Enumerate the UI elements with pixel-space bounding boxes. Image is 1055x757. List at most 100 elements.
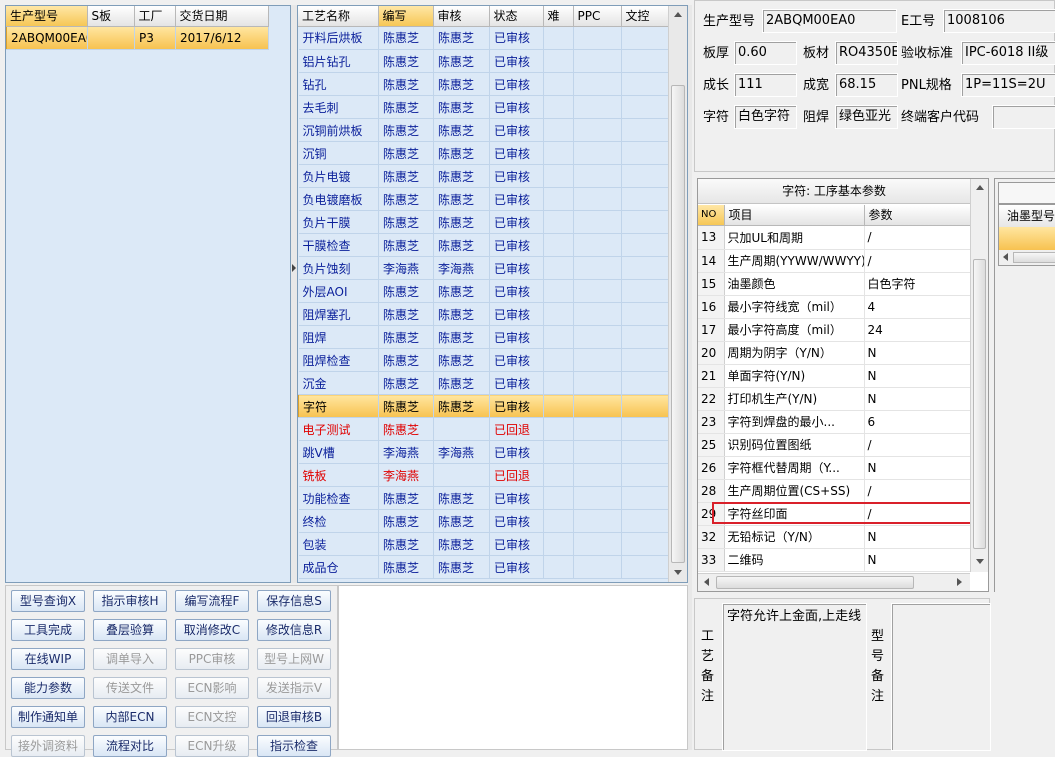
table-row[interactable]: 包装 陈惠芝 陈惠芝 已审核	[298, 532, 669, 556]
table-row[interactable]: 终检 陈惠芝 陈惠芝 已审核	[298, 509, 669, 533]
table-row[interactable]: 阻焊塞孔 陈惠芝 陈惠芝 已审核	[298, 302, 669, 326]
col-header-reviewer[interactable]: 审核	[433, 6, 490, 27]
col-header-no[interactable]: NO	[698, 205, 725, 226]
action-button-15[interactable]: ECN影响	[175, 677, 249, 699]
scroll-up-arrow-icon[interactable]	[674, 12, 682, 17]
process-notes-textarea[interactable]: 字符允许上金面,上走线	[722, 603, 867, 751]
char-field[interactable]: 白色字符	[734, 105, 797, 129]
pnl-field[interactable]: 1P=11S=2U	[961, 73, 1055, 97]
action-button-3[interactable]: 编写流程F	[175, 590, 249, 612]
table-row[interactable]: 阻焊检查 陈惠芝 陈惠芝 已审核	[298, 348, 669, 372]
table-row[interactable]: 21 单面字符(Y/N) N	[698, 364, 971, 388]
process-list-scrollbar[interactable]	[668, 6, 687, 582]
table-row[interactable]: 16 最小字符线宽（mil） 4	[698, 295, 971, 319]
thickness-field[interactable]: 0.60	[734, 41, 797, 65]
table-row[interactable]: 2ABQM00EA0 P3 2017/6/12	[6, 26, 269, 50]
scroll-up-arrow-icon[interactable]	[976, 185, 984, 190]
scroll-left-arrow-icon[interactable]	[704, 578, 709, 586]
scroll-left-arrow-icon[interactable]	[1003, 253, 1008, 261]
action-button-20[interactable]: 回退审核B	[257, 706, 331, 728]
action-button-14[interactable]: 传送文件	[93, 677, 167, 699]
action-button-4[interactable]: 保存信息S	[257, 590, 331, 612]
table-row[interactable]: 15 油墨颜色 白色字符	[698, 272, 971, 296]
table-row[interactable]: 铝片钻孔 陈惠芝 陈惠芝 已审核	[298, 49, 669, 73]
action-button-21[interactable]: 接外调资料	[11, 735, 85, 757]
table-row[interactable]: 负片干膜 陈惠芝 陈惠芝 已审核	[298, 210, 669, 234]
table-row[interactable]: 阻焊 陈惠芝 陈惠芝 已审核	[298, 325, 669, 349]
table-row[interactable]: 25 识别码位置图纸 /	[698, 433, 971, 457]
action-button-23[interactable]: ECN升级	[175, 735, 249, 757]
mask-field[interactable]: 绿色亚光	[835, 105, 898, 129]
standard-field[interactable]: IPC-6018 II级	[961, 41, 1055, 65]
table-row[interactable]: 电子测试 陈惠芝 已回退	[298, 417, 669, 441]
action-button-13[interactable]: 能力参数	[11, 677, 85, 699]
table-row[interactable]: 负片电镀 陈惠芝 陈惠芝 已审核	[298, 164, 669, 188]
action-button-19[interactable]: ECN文控	[175, 706, 249, 728]
col-header-process-name[interactable]: 工艺名称	[298, 6, 379, 27]
params-vscrollbar[interactable]	[970, 179, 988, 572]
table-row[interactable]: 铣板 李海燕 已回退	[298, 463, 669, 487]
params-hscrollbar[interactable]	[698, 573, 970, 591]
scroll-thumb[interactable]	[973, 259, 986, 549]
table-row[interactable]: 跳V槽 李海燕 李海燕 已审核	[298, 440, 669, 464]
action-button-8[interactable]: 修改信息R	[257, 619, 331, 641]
scroll-down-arrow-icon[interactable]	[976, 559, 984, 564]
table-row[interactable]: 32 无铅标记（Y/N） N	[698, 525, 971, 549]
model-notes-textarea[interactable]	[891, 603, 991, 751]
action-button-7[interactable]: 取消修改C	[175, 619, 249, 641]
action-button-10[interactable]: 调单导入	[93, 648, 167, 670]
action-button-12[interactable]: 型号上网W	[257, 648, 331, 670]
table-row[interactable]: 沉铜前烘板 陈惠芝 陈惠芝 已审核	[298, 118, 669, 142]
table-row[interactable]: 33 二维码 N	[698, 548, 971, 572]
scroll-thumb[interactable]	[716, 576, 914, 589]
table-row[interactable]: 负片蚀刻 李海燕 李海燕 已审核	[298, 256, 669, 280]
table-row[interactable]: 13 只加UL和周期 /	[698, 226, 971, 250]
table-row[interactable]: 成品仓 陈惠芝 陈惠芝 已审核	[298, 555, 669, 579]
width-field[interactable]: 68.15	[835, 73, 898, 97]
col-header-param[interactable]: 参数	[864, 205, 971, 226]
action-button-17[interactable]: 制作通知单	[11, 706, 85, 728]
table-row[interactable]: 23 字符到焊盘的最小... 6	[698, 410, 971, 434]
ink-hscrollbar[interactable]	[999, 250, 1055, 265]
col-header-model[interactable]: 生产型号	[6, 6, 88, 27]
col-header-item[interactable]: 项目	[724, 205, 865, 226]
length-field[interactable]: 111	[734, 73, 797, 97]
material-field[interactable]: RO4350E	[835, 41, 898, 65]
action-button-16[interactable]: 发送指示V	[257, 677, 331, 699]
col-header-factory[interactable]: 工厂	[134, 6, 176, 27]
scroll-down-arrow-icon[interactable]	[674, 570, 682, 575]
table-row[interactable]: 沉铜 陈惠芝 陈惠芝 已审核	[298, 141, 669, 165]
table-row[interactable]: 去毛刺 陈惠芝 陈惠芝 已审核	[298, 95, 669, 119]
table-row[interactable]: 钻孔 陈惠芝 陈惠芝 已审核	[298, 72, 669, 96]
table-row[interactable]	[999, 227, 1055, 250]
table-row[interactable]: 沉金 陈惠芝 陈惠芝 已审核	[298, 371, 669, 395]
table-row[interactable]: 20 周期为阴字（Y/N） N	[698, 341, 971, 365]
table-row[interactable]: 外层AOI 陈惠芝 陈惠芝 已审核	[298, 279, 669, 303]
col-header-status[interactable]: 状态	[489, 6, 544, 27]
col-header-delivery-date[interactable]: 交货日期	[175, 6, 269, 27]
col-header-writer[interactable]: 编写	[378, 6, 434, 27]
action-button-24[interactable]: 指示检查	[257, 735, 331, 757]
table-row[interactable]: 负电镀磨板 陈惠芝 陈惠芝 已审核	[298, 187, 669, 211]
action-button-6[interactable]: 叠层验算	[93, 619, 167, 641]
eno-field[interactable]: 1008106	[943, 9, 1055, 33]
table-row[interactable]: 28 生产周期位置(CS+SS) /	[698, 479, 971, 503]
table-row[interactable]: 干膜检查 陈惠芝 陈惠芝 已审核	[298, 233, 669, 257]
table-row[interactable]: 17 最小字符高度（mil） 24	[698, 318, 971, 342]
table-row[interactable]: 22 打印机生产(Y/N) N	[698, 387, 971, 411]
scroll-right-arrow-icon[interactable]	[957, 578, 962, 586]
action-button-22[interactable]: 流程对比	[93, 735, 167, 757]
col-header-s-board[interactable]: S板	[87, 6, 135, 27]
col-header-ppc[interactable]: PPC	[573, 6, 622, 27]
action-button-2[interactable]: 指示审核H	[93, 590, 167, 612]
table-row[interactable]: 功能检查 陈惠芝 陈惠芝 已审核	[298, 486, 669, 510]
table-row[interactable]: 字符 陈惠芝 陈惠芝 已审核	[298, 394, 669, 418]
col-header-difficulty[interactable]: 难	[543, 6, 574, 27]
table-row[interactable]: 开料后烘板 陈惠芝 陈惠芝 已审核	[298, 26, 669, 50]
action-button-11[interactable]: PPC审核	[175, 648, 249, 670]
customer-field[interactable]	[992, 105, 1055, 129]
action-button-9[interactable]: 在线WIP	[11, 648, 85, 670]
model-field[interactable]: 2ABQM00EA0	[762, 9, 897, 33]
action-button-5[interactable]: 工具完成	[11, 619, 85, 641]
table-row[interactable]: 14 生产周期(YYWW/WWYY) /	[698, 249, 971, 273]
